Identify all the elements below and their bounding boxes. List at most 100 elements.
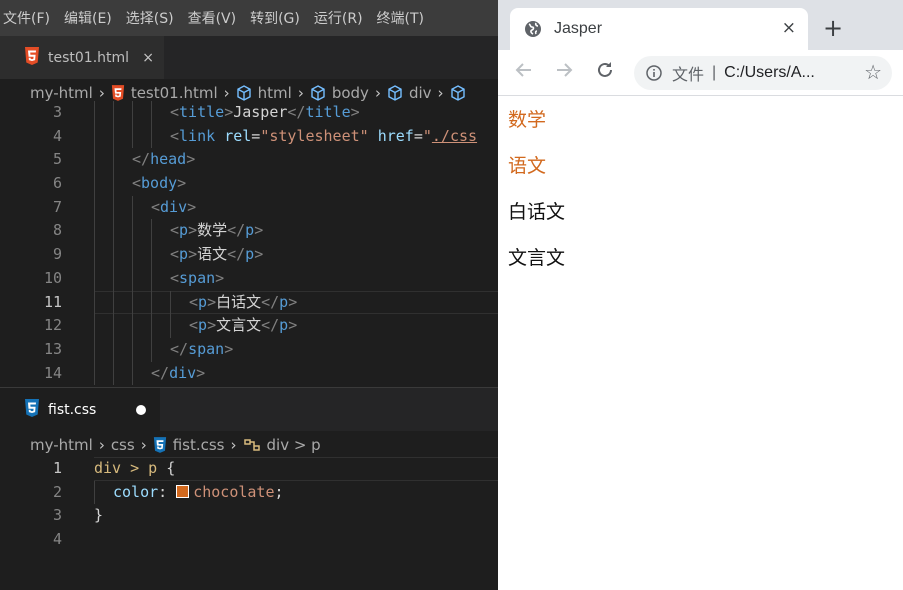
code-line[interactable]: 1 div > p { (0, 457, 498, 481)
line-number: 8 (52, 221, 62, 240)
chevron-right-icon: › (140, 436, 147, 454)
breadcrumb-label: html (257, 84, 292, 102)
browser-tab[interactable]: Jasper × (510, 8, 808, 50)
line-number: 6 (52, 174, 62, 193)
breadcrumb-item[interactable]: my-html (30, 436, 93, 454)
editor-tab-bar-top: test01.html × (0, 36, 498, 79)
menu-run[interactable]: 运行(R) (310, 8, 373, 28)
line-number: 10 (43, 268, 62, 287)
line-number: 13 (43, 339, 62, 358)
new-tab-button[interactable]: + (823, 14, 843, 42)
breadcrumb-item[interactable]: body (310, 84, 369, 102)
indent-guide (132, 243, 133, 267)
code-token: { (166, 459, 176, 477)
code-token: </ (132, 150, 151, 169)
page-paragraph: 文言文 (508, 247, 566, 269)
menu-view[interactable]: 查看(V) (184, 8, 247, 28)
indent-guide (132, 361, 133, 386)
indent-guide (94, 195, 95, 220)
breadcrumb-item[interactable]: test01.html (111, 84, 218, 102)
address-bar[interactable]: 文件 | C:/Users/A... ☆ (634, 56, 892, 90)
back-arrow-icon[interactable] (514, 60, 534, 85)
code-line[interactable]: 2 color: chocolate; (0, 480, 498, 505)
indent-guide (94, 101, 95, 125)
code-token: < (132, 174, 142, 193)
reload-icon[interactable] (594, 59, 616, 86)
code-line[interactable]: 8 <p>数学</p> (0, 219, 498, 244)
menu-go[interactable]: 转到(G) (246, 8, 310, 28)
color-swatch[interactable] (176, 484, 190, 498)
forward-arrow-icon[interactable] (554, 60, 574, 85)
code-text: <p>数学</p> (170, 219, 263, 243)
code-token: </ (227, 245, 246, 264)
code-line[interactable]: 11 <p>白话文</p> (0, 290, 498, 315)
code-line[interactable]: 4 (0, 528, 498, 552)
breadcrumb-item[interactable] (450, 85, 472, 101)
code-token: color (113, 482, 159, 501)
code-line[interactable]: 6 <body> (0, 172, 498, 196)
page-paragraph: 白话文 (508, 201, 566, 223)
code-line[interactable]: 4 <link rel="stylesheet" href="./css (0, 124, 498, 149)
breadcrumb-item[interactable]: html (236, 84, 292, 102)
indent-guide (132, 101, 133, 125)
code-token: > (288, 316, 298, 335)
code-token: < (170, 103, 180, 121)
code-token: </ (151, 363, 170, 382)
code-view-css[interactable]: 1 div > p {2 color: chocolate; 3} 4 (0, 457, 498, 590)
menu-selection[interactable]: 选择(S) (122, 8, 184, 28)
code-line[interactable]: 7 <div> (0, 195, 498, 220)
tab-fist-css[interactable]: fist.css (0, 388, 160, 431)
code-token: > (188, 245, 198, 264)
code-token: > (350, 103, 360, 121)
indent-guide (113, 290, 114, 315)
indent-guide (94, 290, 95, 315)
breadcrumb-label: fist.css (172, 436, 225, 454)
code-line[interactable]: 13 </span> (0, 337, 498, 362)
breadcrumb-label: div > p (266, 436, 321, 454)
code-line[interactable]: 3} (0, 504, 498, 528)
cube-icon (450, 85, 466, 101)
html5-icon (24, 46, 40, 69)
line-number: 9 (52, 245, 62, 264)
tab-test01-html[interactable]: test01.html × (0, 36, 164, 79)
code-text: <link rel="stylesheet" href="./css (170, 125, 477, 149)
code-token: </ (227, 221, 246, 240)
code-line[interactable]: 9 <p>语文</p> (0, 243, 498, 267)
code-line[interactable]: 3 <title>Jasper</title> (0, 101, 498, 125)
code-line[interactable]: 14 </div> (0, 361, 498, 386)
tab-label: fist.css (48, 401, 97, 418)
code-token: 白话文 (216, 292, 262, 311)
code-token: p (179, 245, 189, 264)
line-number: 1 (52, 459, 62, 477)
code-line[interactable]: 12 <p>文言文</p> (0, 314, 498, 338)
code-token: < (189, 316, 199, 335)
cube-icon (387, 85, 403, 101)
breadcrumb-item[interactable]: div > p (243, 436, 321, 454)
code-token: < (170, 268, 180, 287)
globe-icon (524, 20, 542, 38)
code-text: <p>文言文</p> (189, 314, 297, 338)
code-token: } (94, 506, 104, 525)
unsaved-dot-icon[interactable] (136, 405, 146, 415)
code-view-html[interactable]: 3 <title>Jasper</title> 4 <link rel="styles… (0, 101, 498, 387)
breadcrumb-item[interactable]: fist.css (153, 436, 225, 454)
menu-file[interactable]: 文件(F) (0, 8, 60, 28)
menu-terminal[interactable]: 终端(T) (373, 8, 434, 28)
code-text: color: chocolate; (113, 481, 284, 505)
indent-guide (151, 243, 152, 267)
breadcrumb-item[interactable]: my-html (30, 84, 93, 102)
code-token: p (279, 292, 289, 311)
close-icon[interactable]: × (142, 50, 154, 66)
close-icon[interactable]: × (782, 18, 796, 38)
info-icon[interactable] (646, 65, 662, 81)
rendered-page: 数学 语文 白话文 文言文 (498, 97, 903, 590)
star-icon[interactable]: ☆ (864, 60, 882, 85)
code-line[interactable]: 10 <span> (0, 266, 498, 291)
indent-guide (151, 337, 152, 362)
code-token: > (187, 197, 197, 216)
breadcrumb-item[interactable]: css (111, 436, 135, 454)
menu-edit[interactable]: 编辑(E) (60, 8, 122, 28)
code-line[interactable]: 5 </head> (0, 148, 498, 173)
breadcrumb-item[interactable]: div (387, 84, 432, 102)
code-token: p (179, 221, 189, 240)
